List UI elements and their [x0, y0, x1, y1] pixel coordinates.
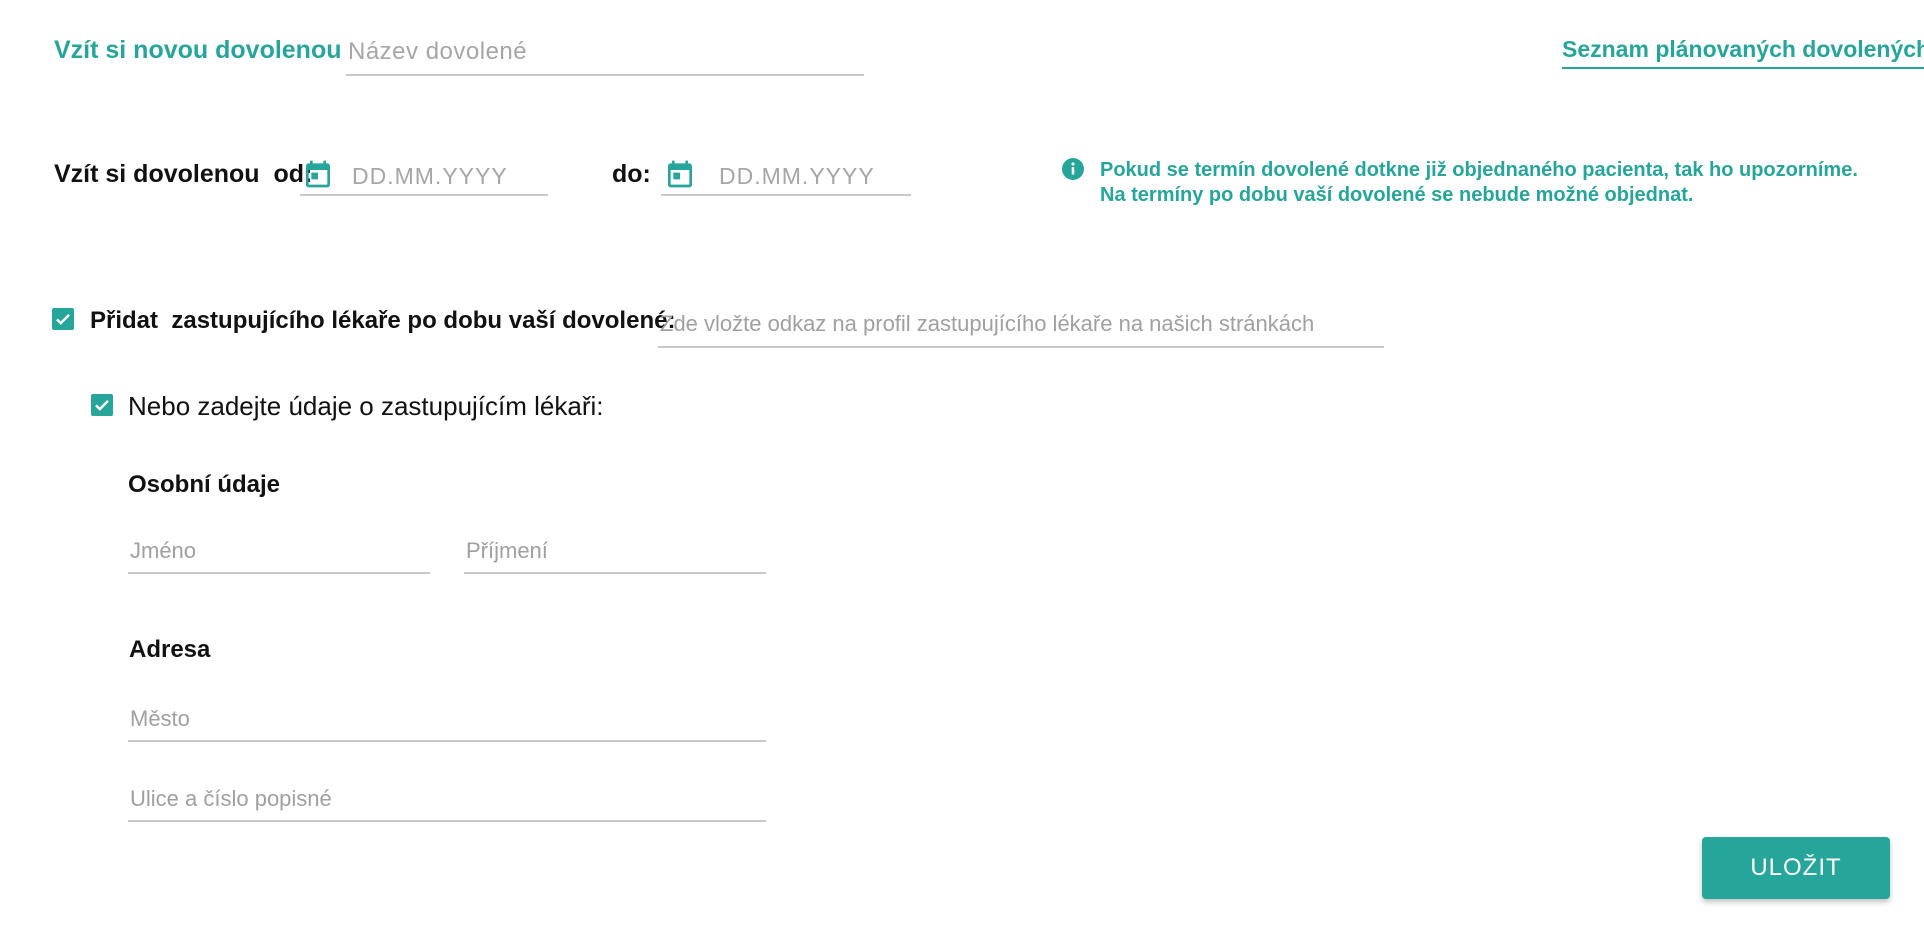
vacation-name-input[interactable] — [346, 34, 864, 76]
check-icon — [56, 314, 70, 325]
personal-info-heading: Osobní údaje — [128, 471, 281, 498]
street-input[interactable] — [128, 782, 766, 822]
info-line-1: Pokud se termín dovolené dotkne již obje… — [1100, 159, 1858, 181]
planned-vacations-link[interactable]: Seznam plánovaných dovolených — [1562, 36, 1924, 69]
substitute-checkbox[interactable] — [52, 308, 74, 330]
info-icon — [1062, 158, 1084, 180]
date-to-label: do: — [612, 160, 651, 188]
manual-entry-checkbox[interactable] — [91, 394, 113, 416]
check-icon — [95, 400, 109, 411]
first-name-input[interactable] — [128, 534, 430, 574]
address-heading: Adresa — [129, 636, 211, 663]
calendar-icon[interactable] — [664, 157, 696, 191]
calendar-icon[interactable] — [302, 157, 334, 191]
date-from-label: Vzít si dovolenou od: — [54, 160, 313, 188]
manual-entry-label: Nebo zadejte údaje o zastupujícím lékaři… — [128, 391, 604, 421]
last-name-input[interactable] — [464, 534, 766, 574]
save-button[interactable]: ULOŽIT — [1702, 837, 1890, 899]
date-from-input[interactable] — [300, 162, 548, 196]
substitute-label: Přidat zastupujícího lékaře po dobu vaší… — [90, 307, 676, 334]
date-to-input[interactable] — [661, 162, 911, 196]
info-note: Pokud se termín dovolené dotkne již obje… — [1100, 158, 1858, 208]
city-input[interactable] — [128, 702, 766, 742]
substitute-link-input[interactable] — [658, 306, 1384, 348]
info-line-2: Na termíny po dobu vaší dovolené se nebu… — [1100, 184, 1694, 206]
page-title: Vzít si novou dovolenou — [54, 36, 342, 64]
